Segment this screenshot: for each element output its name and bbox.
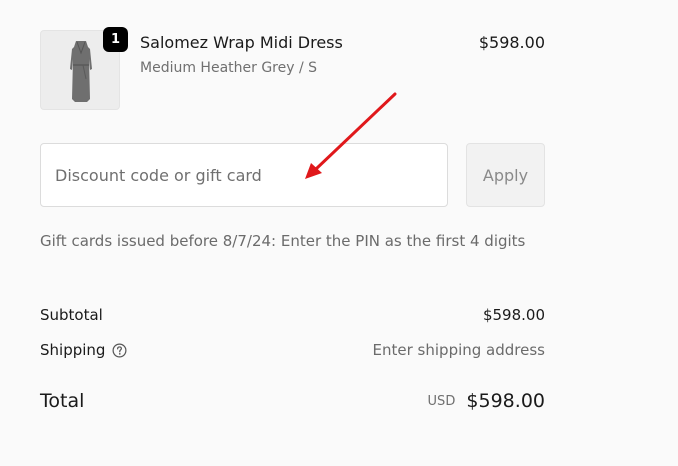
shipping-label-wrap: Shipping xyxy=(40,341,127,359)
product-variant: Medium Heather Grey / S xyxy=(140,60,318,76)
product-thumbnail: 1 xyxy=(40,27,128,110)
total-value: $598.00 xyxy=(466,390,545,412)
shipping-value: Enter shipping address xyxy=(372,341,545,359)
subtotal-label: Subtotal xyxy=(40,306,103,324)
gift-card-note: Gift cards issued before 8/7/24: Enter t… xyxy=(40,232,526,250)
cart-line-item: 1 Salomez Wrap Midi Dress Medium Heather… xyxy=(40,27,545,114)
shipping-row: Shipping Enter shipping address xyxy=(40,341,545,365)
total-amount: USD $598.00 xyxy=(428,390,545,412)
discount-form: Apply xyxy=(40,143,545,207)
quantity-badge: 1 xyxy=(103,27,128,52)
subtotal-row: Subtotal $598.00 xyxy=(40,306,545,330)
total-row: Total USD $598.00 xyxy=(40,390,545,420)
product-title: Salomez Wrap Midi Dress xyxy=(140,33,343,52)
total-label: Total xyxy=(40,390,85,412)
question-circle-icon[interactable] xyxy=(112,343,127,358)
subtotal-value: $598.00 xyxy=(482,306,545,324)
apply-discount-button[interactable]: Apply xyxy=(466,143,545,207)
product-price: $598.00 xyxy=(478,33,545,52)
discount-code-input[interactable] xyxy=(40,143,448,207)
shipping-label: Shipping xyxy=(40,341,106,359)
dress-icon xyxy=(70,41,92,102)
currency-code: USD xyxy=(427,394,456,409)
